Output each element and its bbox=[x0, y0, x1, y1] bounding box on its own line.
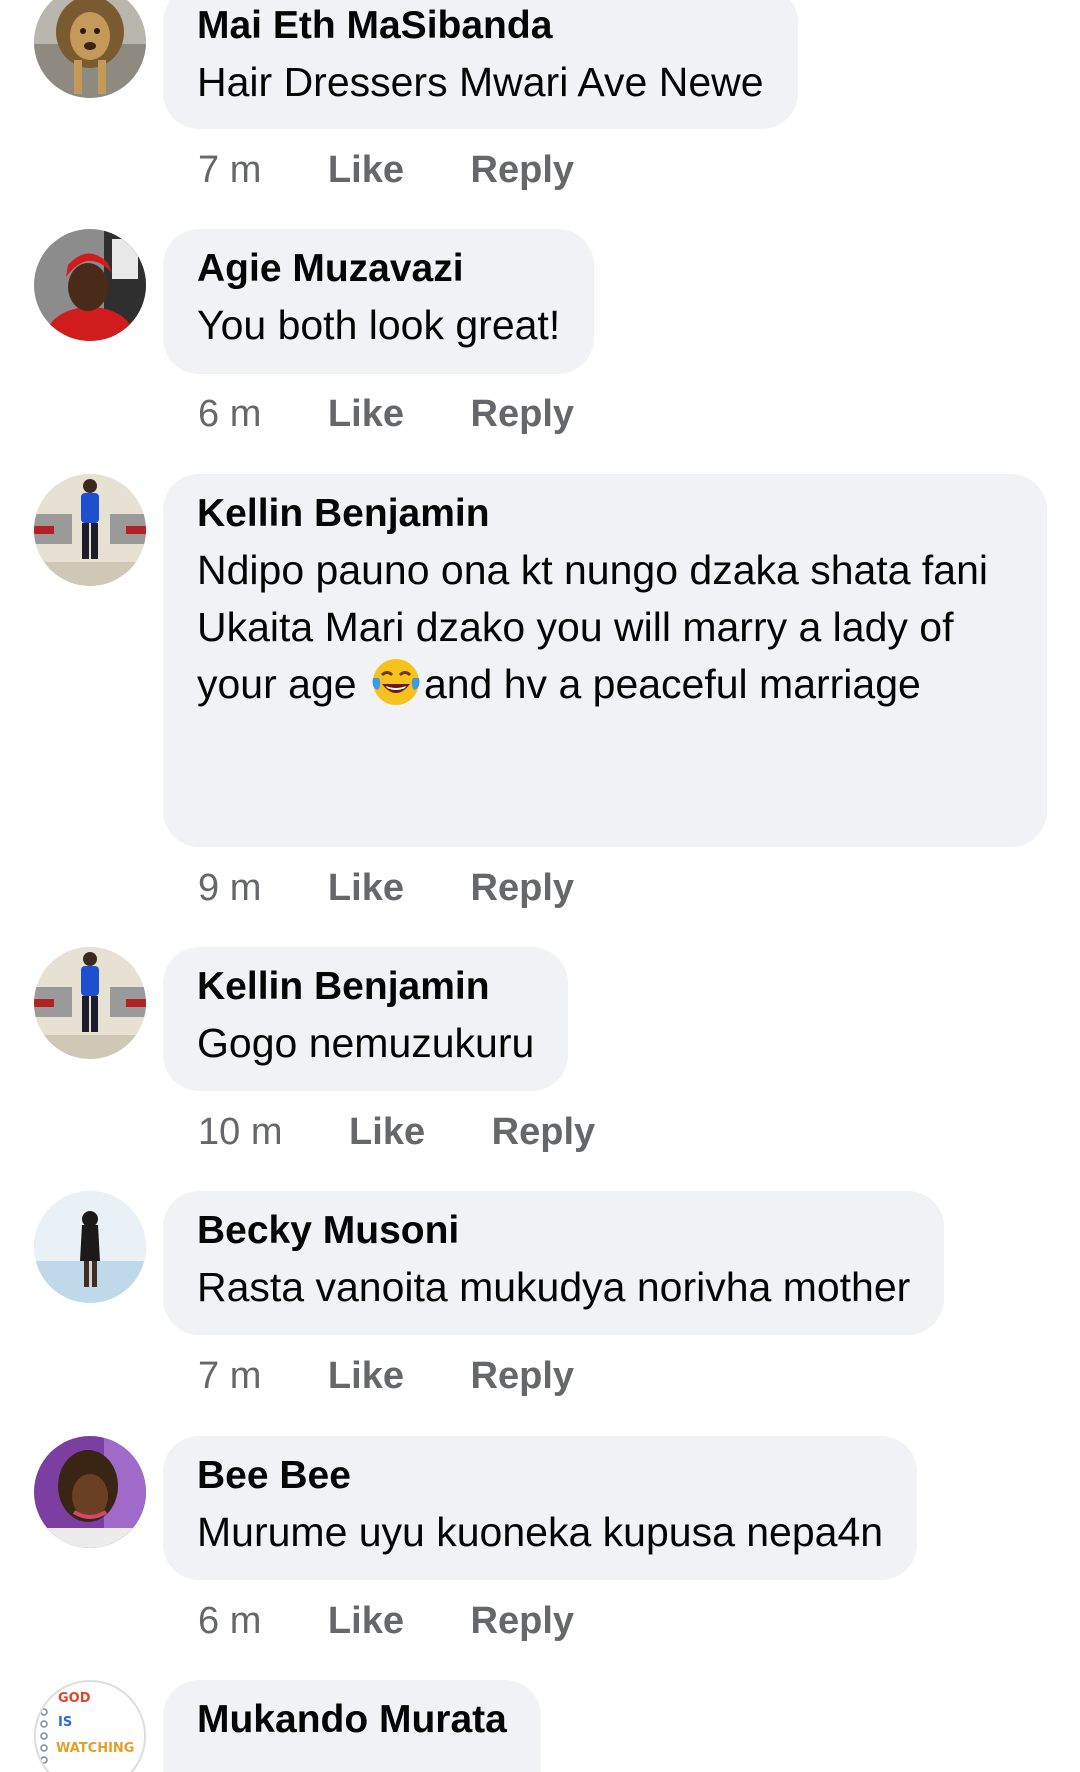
avatar-text: WATCHING bbox=[56, 1741, 134, 1756]
comment-timestamp[interactable]: 6 m bbox=[198, 1599, 261, 1643]
comment-bubble[interactable]: Becky Musoni Rasta vanoita mukudya noriv… bbox=[163, 1191, 945, 1335]
comment-text: Rasta vanoita mukudya norivha mother bbox=[197, 1264, 911, 1310]
comment-actions: 7 m Like Reply bbox=[198, 148, 574, 192]
like-button[interactable]: Like bbox=[328, 148, 404, 192]
comment-text: Hair Dressers Mwari Ave Newe bbox=[197, 59, 764, 105]
comment-text: Murume uyu kuoneka kupusa nepa4n bbox=[197, 1509, 884, 1555]
like-button[interactable]: Like bbox=[328, 1599, 404, 1643]
reply-button[interactable]: Reply bbox=[471, 866, 574, 910]
comment-actions: 10 m Like Reply bbox=[198, 1110, 595, 1154]
comment-author[interactable]: Becky Musoni bbox=[197, 1209, 910, 1253]
person-avatar-icon bbox=[34, 229, 146, 341]
person-standing-avatar-icon bbox=[34, 474, 146, 586]
comments-feed[interactable]: Mai Eth MaSibanda Hair Dressers Mwari Av… bbox=[0, 0, 1080, 1772]
comment-author[interactable]: Agie Muzavazi bbox=[197, 247, 560, 291]
avatar-text: GOD bbox=[58, 1691, 91, 1706]
like-button[interactable]: Like bbox=[328, 1354, 404, 1398]
comment-text: Ndipo pauno ona kt nungo dzaka shata fan… bbox=[197, 542, 1013, 713]
comment-bubble[interactable]: Kellin Benjamin Ndipo pauno ona kt nungo… bbox=[163, 474, 1047, 847]
person-standing-avatar-icon bbox=[34, 947, 146, 1059]
reply-button[interactable]: Reply bbox=[471, 1599, 574, 1643]
comment-text-part: and hv a peaceful marriage bbox=[423, 661, 921, 707]
avatar[interactable] bbox=[34, 474, 146, 586]
comment-author[interactable]: Bee Bee bbox=[197, 1454, 883, 1498]
beach-avatar-icon bbox=[34, 1191, 146, 1303]
like-button[interactable]: Like bbox=[328, 866, 404, 910]
comment-bubble[interactable]: Bee Bee Murume uyu kuoneka kupusa nepa4n bbox=[163, 1436, 918, 1580]
like-button[interactable]: Like bbox=[328, 392, 404, 436]
avatar[interactable] bbox=[34, 1191, 146, 1303]
comment-actions: 6 m Like Reply bbox=[198, 1599, 574, 1643]
comment-author[interactable]: Mukando Murata bbox=[197, 1698, 507, 1742]
comment-timestamp[interactable]: 7 m bbox=[198, 1354, 261, 1398]
lion-avatar-icon bbox=[34, 0, 146, 98]
comment-bubble[interactable]: Kellin Benjamin Gogo nemuzukuru bbox=[163, 947, 569, 1091]
comment-actions: 6 m Like Reply bbox=[198, 392, 574, 436]
comment-author[interactable]: Kellin Benjamin bbox=[197, 492, 1013, 536]
comment-timestamp[interactable]: 9 m bbox=[198, 866, 261, 910]
reply-button[interactable]: Reply bbox=[471, 148, 574, 192]
comment-author[interactable]: Mai Eth MaSibanda bbox=[197, 4, 764, 48]
person-avatar-icon bbox=[34, 1436, 146, 1548]
comment-actions: 9 m Like Reply bbox=[198, 866, 574, 910]
avatar[interactable] bbox=[34, 0, 146, 98]
reply-button[interactable]: Reply bbox=[471, 1354, 574, 1398]
god-is-watching-avatar-icon: GOD IS WATCHING bbox=[36, 1682, 144, 1772]
avatar[interactable] bbox=[34, 1436, 146, 1548]
avatar-text: IS bbox=[58, 1715, 72, 1730]
comment-bubble[interactable]: Mukando Murata bbox=[163, 1680, 541, 1772]
comment-text: You both look great! bbox=[197, 302, 561, 348]
avatar[interactable] bbox=[34, 229, 146, 341]
comment-author[interactable]: Kellin Benjamin bbox=[197, 965, 534, 1009]
avatar[interactable]: GOD IS WATCHING bbox=[34, 1680, 146, 1772]
reply-button[interactable]: Reply bbox=[471, 392, 574, 436]
comment-timestamp[interactable]: 10 m bbox=[198, 1110, 282, 1154]
like-button[interactable]: Like bbox=[349, 1110, 425, 1154]
comment-bubble[interactable]: Mai Eth MaSibanda Hair Dressers Mwari Av… bbox=[163, 0, 798, 129]
comment-timestamp[interactable]: 6 m bbox=[198, 392, 261, 436]
comment-bubble[interactable]: Agie Muzavazi You both look great! bbox=[163, 229, 595, 374]
comment-actions: 7 m Like Reply bbox=[198, 1354, 574, 1398]
reply-button[interactable]: Reply bbox=[492, 1110, 595, 1154]
face-with-tears-of-joy-icon bbox=[372, 659, 420, 705]
comment-timestamp[interactable]: 7 m bbox=[198, 148, 261, 192]
comment-text: Gogo nemuzukuru bbox=[197, 1020, 535, 1066]
avatar[interactable] bbox=[34, 947, 146, 1059]
